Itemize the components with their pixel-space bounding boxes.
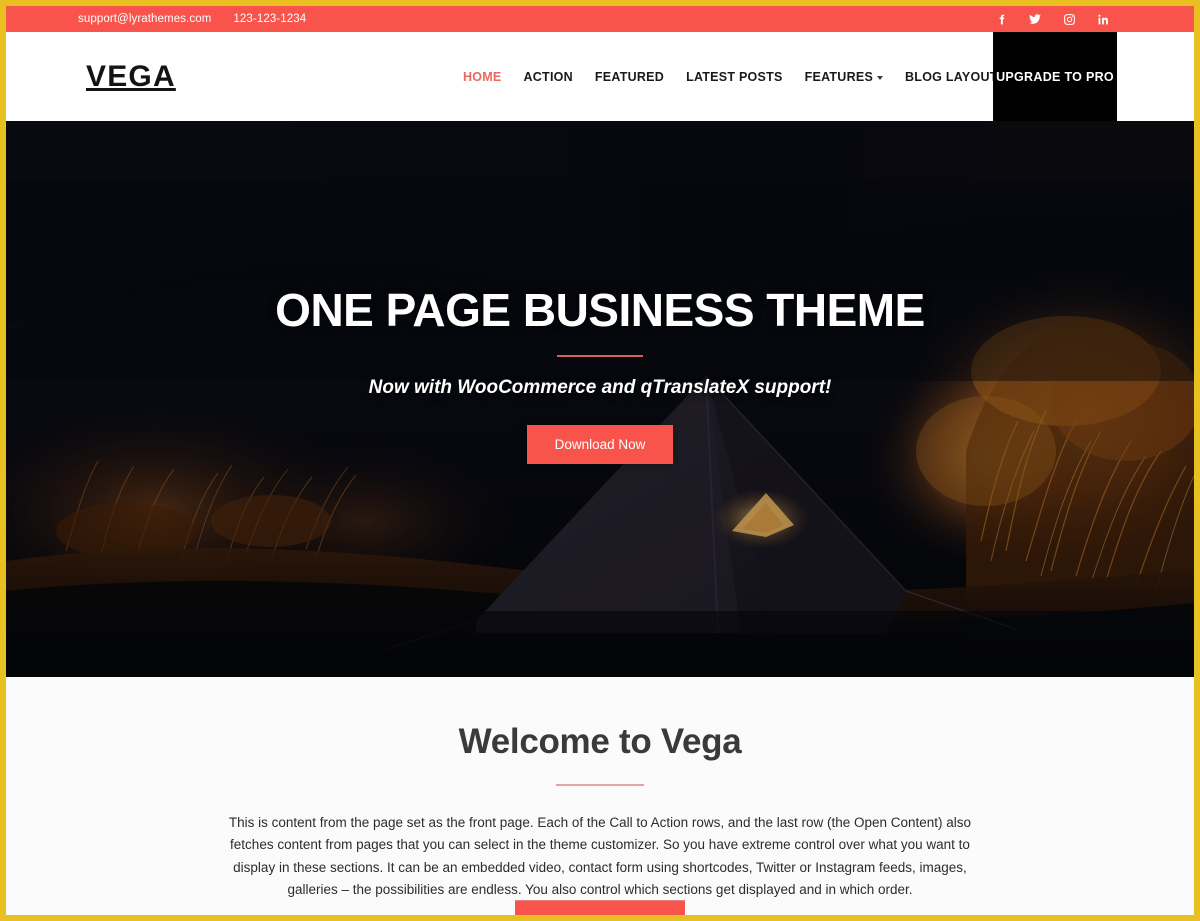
facebook-icon[interactable]	[994, 12, 1008, 26]
top-bar: support@lyrathemes.com 123-123-1234	[6, 6, 1194, 32]
nav-item-label: HOME	[463, 69, 502, 84]
welcome-divider	[556, 784, 644, 786]
hero-title: ONE PAGE BUSINESS THEME	[275, 284, 925, 336]
site-header: VEGA HOME ACTION FEATURED LATEST POSTS FEATU…	[6, 32, 1194, 121]
welcome-cta-button[interactable]	[515, 900, 685, 915]
main-navigation: HOME ACTION FEATURED LATEST POSTS FEATURES BL…	[452, 70, 1086, 84]
hero-subtitle: Now with WooCommerce and qTranslateX sup…	[368, 376, 832, 398]
welcome-title: Welcome to Vega	[458, 722, 742, 761]
phone-link[interactable]: 123-123-1234	[233, 13, 306, 25]
social-links	[994, 12, 1194, 26]
hero-content: ONE PAGE BUSINESS THEME Now with WooComm…	[6, 121, 1194, 677]
nav-item-label: BLOG LAYOUTS	[905, 69, 1007, 84]
hero-divider	[557, 355, 643, 357]
nav-item-label: FEATURES	[804, 69, 874, 84]
twitter-icon[interactable]	[1028, 12, 1042, 26]
nav-item-featured[interactable]: FEATURED	[584, 70, 675, 84]
nav-item-features[interactable]: FEATURES	[794, 70, 894, 84]
linkedin-icon[interactable]	[1096, 12, 1110, 26]
chevron-down-icon	[877, 75, 884, 80]
nav-item-label: FEATURED	[594, 69, 665, 84]
download-now-button[interactable]: Download Now	[526, 424, 674, 464]
top-bar-contact: support@lyrathemes.com 123-123-1234	[6, 13, 306, 25]
nav-item-label: ACTION	[523, 69, 573, 84]
page-root: support@lyrathemes.com 123-123-1234 VEGA…	[6, 6, 1194, 915]
nav-item-latest-posts[interactable]: LATEST POSTS	[675, 70, 794, 84]
upgrade-to-pro-button[interactable]: UPGRADE TO PRO	[993, 32, 1117, 121]
instagram-icon[interactable]	[1062, 12, 1076, 26]
welcome-body-text: This is content from the page set as the…	[228, 814, 972, 898]
hero-section: ONE PAGE BUSINESS THEME Now with WooComm…	[6, 121, 1194, 677]
site-logo[interactable]: VEGA	[86, 60, 176, 94]
nav-item-label: LATEST POSTS	[686, 69, 783, 84]
welcome-section: Welcome to Vega This is content from the…	[6, 677, 1194, 915]
email-link[interactable]: support@lyrathemes.com	[78, 13, 211, 25]
nav-item-action[interactable]: ACTION	[513, 70, 584, 84]
nav-item-home[interactable]: HOME	[452, 70, 513, 84]
